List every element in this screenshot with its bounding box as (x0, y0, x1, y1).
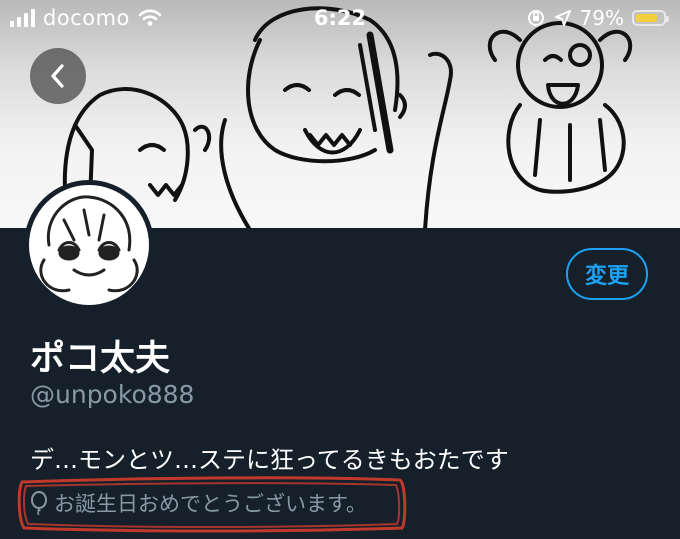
profile-bio: デ…モンとツ…ステに狂ってるきもおたです (30, 446, 509, 474)
avatar-illustration (39, 195, 139, 293)
battery-fill (636, 14, 657, 22)
edit-profile-button[interactable]: 変更 (566, 248, 648, 300)
red-highlight-annotation (17, 476, 407, 533)
back-button[interactable] (30, 48, 86, 104)
location-arrow-icon (554, 10, 571, 26)
status-bar: docomo 6:22 79% (0, 0, 680, 40)
profile-avatar[interactable] (24, 180, 154, 310)
display-name: ポコ太夫 (30, 339, 171, 379)
battery-percent: 79% (579, 6, 624, 30)
status-right: 79% (526, 6, 669, 30)
user-handle: @unpoko888 (30, 380, 195, 409)
battery-icon (632, 10, 669, 26)
back-arrow-icon (51, 64, 64, 88)
orientation-lock-icon (527, 10, 544, 26)
